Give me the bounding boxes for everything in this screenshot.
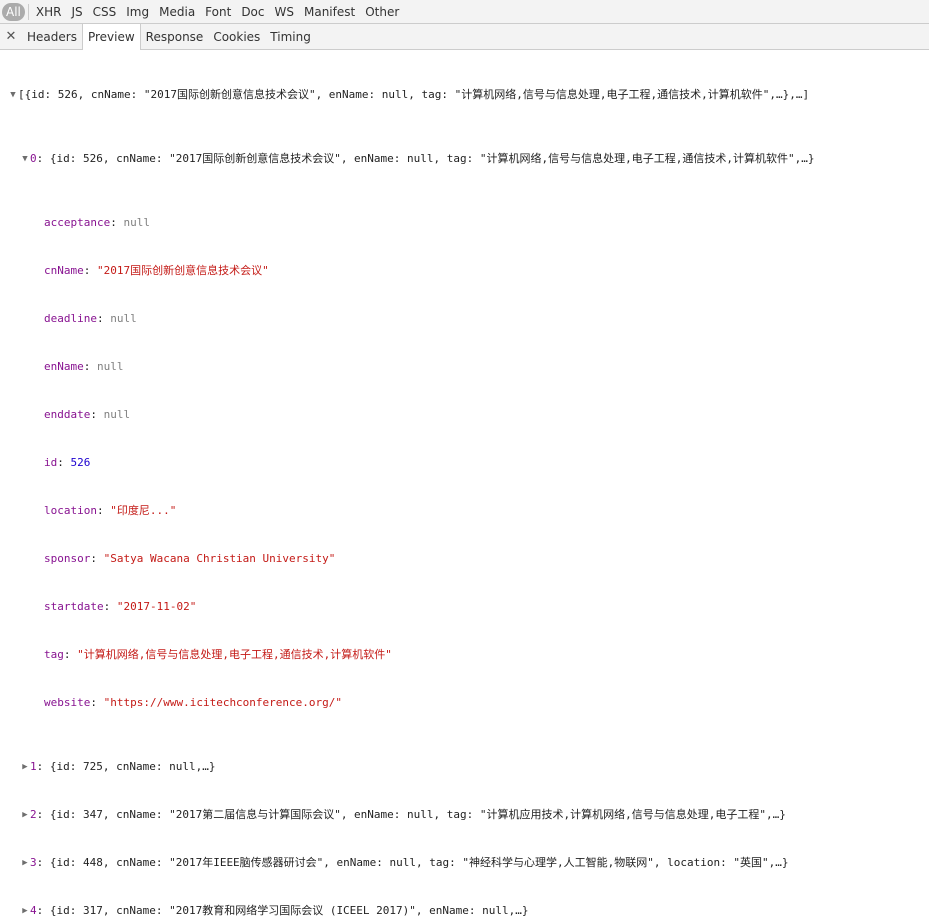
colon: :: [96, 312, 111, 325]
property-row: location: "印度尼...": [0, 503, 929, 519]
tree-item-row[interactable]: ▶ 2: {id: 347, cnName: "2017第二届信息与计算国际会议"…: [0, 807, 929, 823]
item-summary: {id: 526, cnName: "2017国际创新创意信息技术会议", en…: [49, 152, 815, 165]
item-index: 3: [30, 856, 37, 869]
property-key: tag: [44, 648, 64, 661]
property-key: website: [44, 696, 91, 709]
property-row: website: "https://www.icitechconference.…: [0, 695, 929, 711]
filter-doc[interactable]: Doc: [237, 3, 268, 21]
property-row: acceptance: null: [0, 215, 929, 231]
filter-divider: [27, 3, 29, 20]
colon: :: [96, 504, 111, 517]
tree-item-row[interactable]: ▶ 3: {id: 448, cnName: "2017年IEEE脑传感器研讨会"…: [0, 855, 929, 871]
property-key: acceptance: [44, 216, 111, 229]
root-summary: [{id: 526, cnName: "2017国际创新创意信息技术会议", e…: [18, 88, 810, 101]
property-value: "2017-11-02": [116, 600, 197, 613]
colon: :: [90, 408, 104, 421]
filter-js[interactable]: JS: [67, 3, 86, 21]
filter-img[interactable]: Img: [122, 3, 153, 21]
item-index: 0: [30, 152, 37, 165]
close-icon[interactable]: ✕: [0, 24, 22, 49]
colon: :: [36, 152, 50, 165]
item-summary: {id: 317, cnName: "2017教育和网络学习国际会议 (ICEE…: [49, 904, 529, 916]
filter-other[interactable]: Other: [361, 3, 403, 21]
property-value: "印度尼...": [110, 504, 177, 517]
property-key: sponsor: [44, 552, 91, 565]
property-value: null: [123, 216, 150, 229]
property-row: cnName: "2017国际创新创意信息技术会议": [0, 263, 929, 279]
expanded-triangle-icon[interactable]: ▼: [8, 87, 18, 103]
property-value: "https://www.icitechconference.org/": [103, 696, 343, 709]
detail-tab-bar: ✕ Headers Preview Response Cookies Timin…: [0, 24, 929, 50]
colon: :: [36, 760, 50, 773]
filter-media[interactable]: Media: [155, 3, 199, 21]
collapsed-triangle-icon[interactable]: ▶: [20, 807, 30, 823]
property-key: deadline: [44, 312, 97, 325]
property-row: sponsor: "Satya Wacana Christian Univers…: [0, 551, 929, 567]
filter-font[interactable]: Font: [201, 3, 235, 21]
collapsed-triangle-icon[interactable]: ▶: [20, 855, 30, 871]
item-index: 2: [30, 808, 37, 821]
filter-bar: All XHR JS CSS Img Media Font Doc WS Man…: [0, 0, 929, 24]
tab-preview[interactable]: Preview: [81, 24, 141, 50]
item-summary: {id: 448, cnName: "2017年IEEE脑传感器研讨会", en…: [49, 856, 789, 869]
tab-response[interactable]: Response: [141, 24, 209, 49]
property-key: location: [44, 504, 97, 517]
colon: :: [110, 216, 124, 229]
expanded-triangle-icon[interactable]: ▼: [20, 151, 30, 167]
property-row: enddate: null: [0, 407, 929, 423]
item-summary: {id: 347, cnName: "2017第二届信息与计算国际会议", en…: [49, 808, 786, 821]
colon: :: [57, 456, 71, 469]
property-value: "Satya Wacana Christian University": [103, 552, 336, 565]
tree-item-row[interactable]: ▶ 1: {id: 725, cnName: null,…}: [0, 759, 929, 775]
tab-cookies[interactable]: Cookies: [208, 24, 265, 49]
property-value: "2017国际创新创意信息技术会议": [97, 264, 269, 277]
item-index: 4: [30, 904, 37, 916]
colon: :: [63, 648, 78, 661]
filter-ws[interactable]: WS: [271, 3, 298, 21]
tree-item-row[interactable]: ▼ 0: {id: 526, cnName: "2017国际创新创意信息技术会议"…: [0, 151, 929, 167]
item-summary: {id: 725, cnName: null,…}: [49, 760, 216, 773]
filter-manifest[interactable]: Manifest: [300, 3, 359, 21]
property-row: tag: "计算机网络,信号与信息处理,电子工程,通信技术,计算机软件": [0, 647, 929, 663]
property-value: null: [110, 312, 137, 325]
property-key: enddate: [44, 408, 91, 421]
property-value: "计算机网络,信号与信息处理,电子工程,通信技术,计算机软件": [77, 648, 392, 661]
property-row: deadline: null: [0, 311, 929, 327]
filter-css[interactable]: CSS: [89, 3, 121, 21]
property-key: enName: [44, 360, 84, 373]
colon: :: [103, 600, 117, 613]
property-value: null: [103, 408, 131, 421]
tree-item-row[interactable]: ▶ 4: {id: 317, cnName: "2017教育和网络学习国际会议 (…: [0, 903, 929, 916]
colon: :: [90, 552, 104, 565]
property-value: 526: [70, 456, 91, 469]
tab-headers[interactable]: Headers: [22, 24, 82, 49]
colon: :: [83, 360, 97, 373]
tree-root-row[interactable]: ▼ [{id: 526, cnName: "2017国际创新创意信息技术会议", …: [0, 87, 929, 103]
colon: :: [83, 264, 97, 277]
property-key: startdate: [44, 600, 104, 613]
property-row: startdate: "2017-11-02": [0, 599, 929, 615]
tab-timing[interactable]: Timing: [265, 24, 316, 49]
collapsed-triangle-icon[interactable]: ▶: [20, 903, 30, 916]
filter-xhr[interactable]: XHR: [32, 3, 66, 21]
colon: :: [36, 808, 50, 821]
colon: :: [90, 696, 104, 709]
property-value: null: [97, 360, 124, 373]
property-row: enName: null: [0, 359, 929, 375]
property-key: cnName: [44, 264, 84, 277]
item-index: 1: [30, 760, 37, 773]
colon: :: [36, 904, 50, 916]
collapsed-triangle-icon[interactable]: ▶: [20, 759, 30, 775]
property-key: id: [44, 456, 58, 469]
colon: :: [36, 856, 50, 869]
filter-all[interactable]: All: [2, 2, 25, 21]
json-preview: ▼ [{id: 526, cnName: "2017国际创新创意信息技术会议", …: [0, 50, 929, 916]
property-row: id: 526: [0, 455, 929, 471]
